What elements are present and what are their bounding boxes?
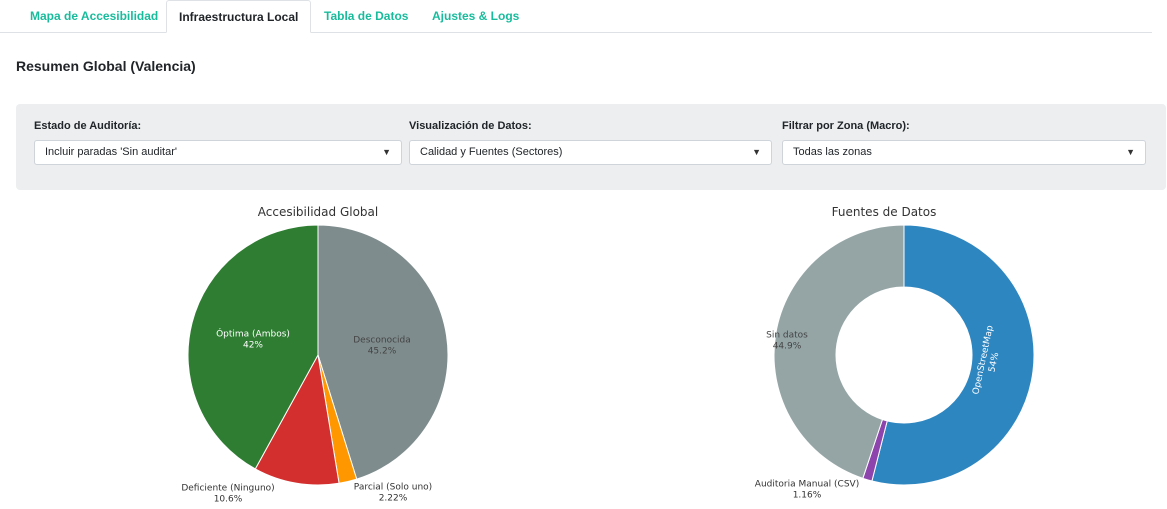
slice-label-deficiente-ninguno: Deficiente (Ninguno) 10.6%	[181, 484, 274, 505]
filter-label: Visualización de Datos:	[409, 120, 532, 132]
slice-label-auditoria-manual-csv: Auditoria Manual (CSV) 1.16%	[755, 480, 859, 501]
slice-label-parcial-solo-uno: Parcial (Solo uno) 2.22%	[354, 483, 432, 504]
filter-label: Filtrar por Zona (Macro):	[782, 120, 910, 132]
accesibilidad-pie-chart: Desconocida 45.2%Parcial (Solo uno) 2.22%D…	[181, 224, 449, 505]
fuentes-donut-chart: OpenStreetMap54%Auditoria Manual (CSV) 1.…	[755, 224, 1035, 501]
filter-visualizacion-datos: Visualización de Datos: Calidad y Fuente…	[409, 118, 772, 165]
tab-mapa-accesibilidad[interactable]: Mapa de Accesibilidad	[18, 0, 170, 32]
page-title: Resumen Global (Valencia)	[16, 58, 196, 74]
tab-infraestructura-local[interactable]: Infraestructura Local	[166, 0, 312, 33]
select-value: Incluir paradas 'Sin auditar'	[45, 146, 177, 158]
filter-panel: Estado de Auditoría: Incluir paradas 'Si…	[16, 104, 1166, 190]
filter-zona-macro: Filtrar por Zona (Macro): Todas las zona…	[782, 118, 1146, 165]
chart-title-accesibilidad: Accesibilidad Global	[257, 205, 379, 219]
filter-label: Estado de Auditoría:	[34, 120, 142, 132]
estado-auditoria-select[interactable]: Incluir paradas 'Sin auditar' ▼	[34, 140, 402, 165]
tab-ajustes-logs[interactable]: Ajustes & Logs	[420, 0, 531, 32]
tab-bar: Mapa de Accesibilidad Infraestructura Lo…	[0, 0, 1152, 33]
visualizacion-datos-select[interactable]: Calidad y Fuentes (Sectores) ▼	[409, 140, 772, 165]
filter-estado-auditoria: Estado de Auditoría: Incluir paradas 'Si…	[34, 118, 402, 165]
caret-down-icon: ▼	[1126, 147, 1135, 157]
caret-down-icon: ▼	[752, 147, 761, 157]
select-value: Todas las zonas	[793, 146, 872, 158]
caret-down-icon: ▼	[382, 147, 391, 157]
zona-macro-select[interactable]: Todas las zonas ▼	[782, 140, 1146, 165]
select-value: Calidad y Fuentes (Sectores)	[420, 146, 563, 158]
chart-title-fuentes: Fuentes de Datos	[831, 205, 937, 219]
tab-tabla-datos[interactable]: Tabla de Datos	[312, 0, 420, 32]
